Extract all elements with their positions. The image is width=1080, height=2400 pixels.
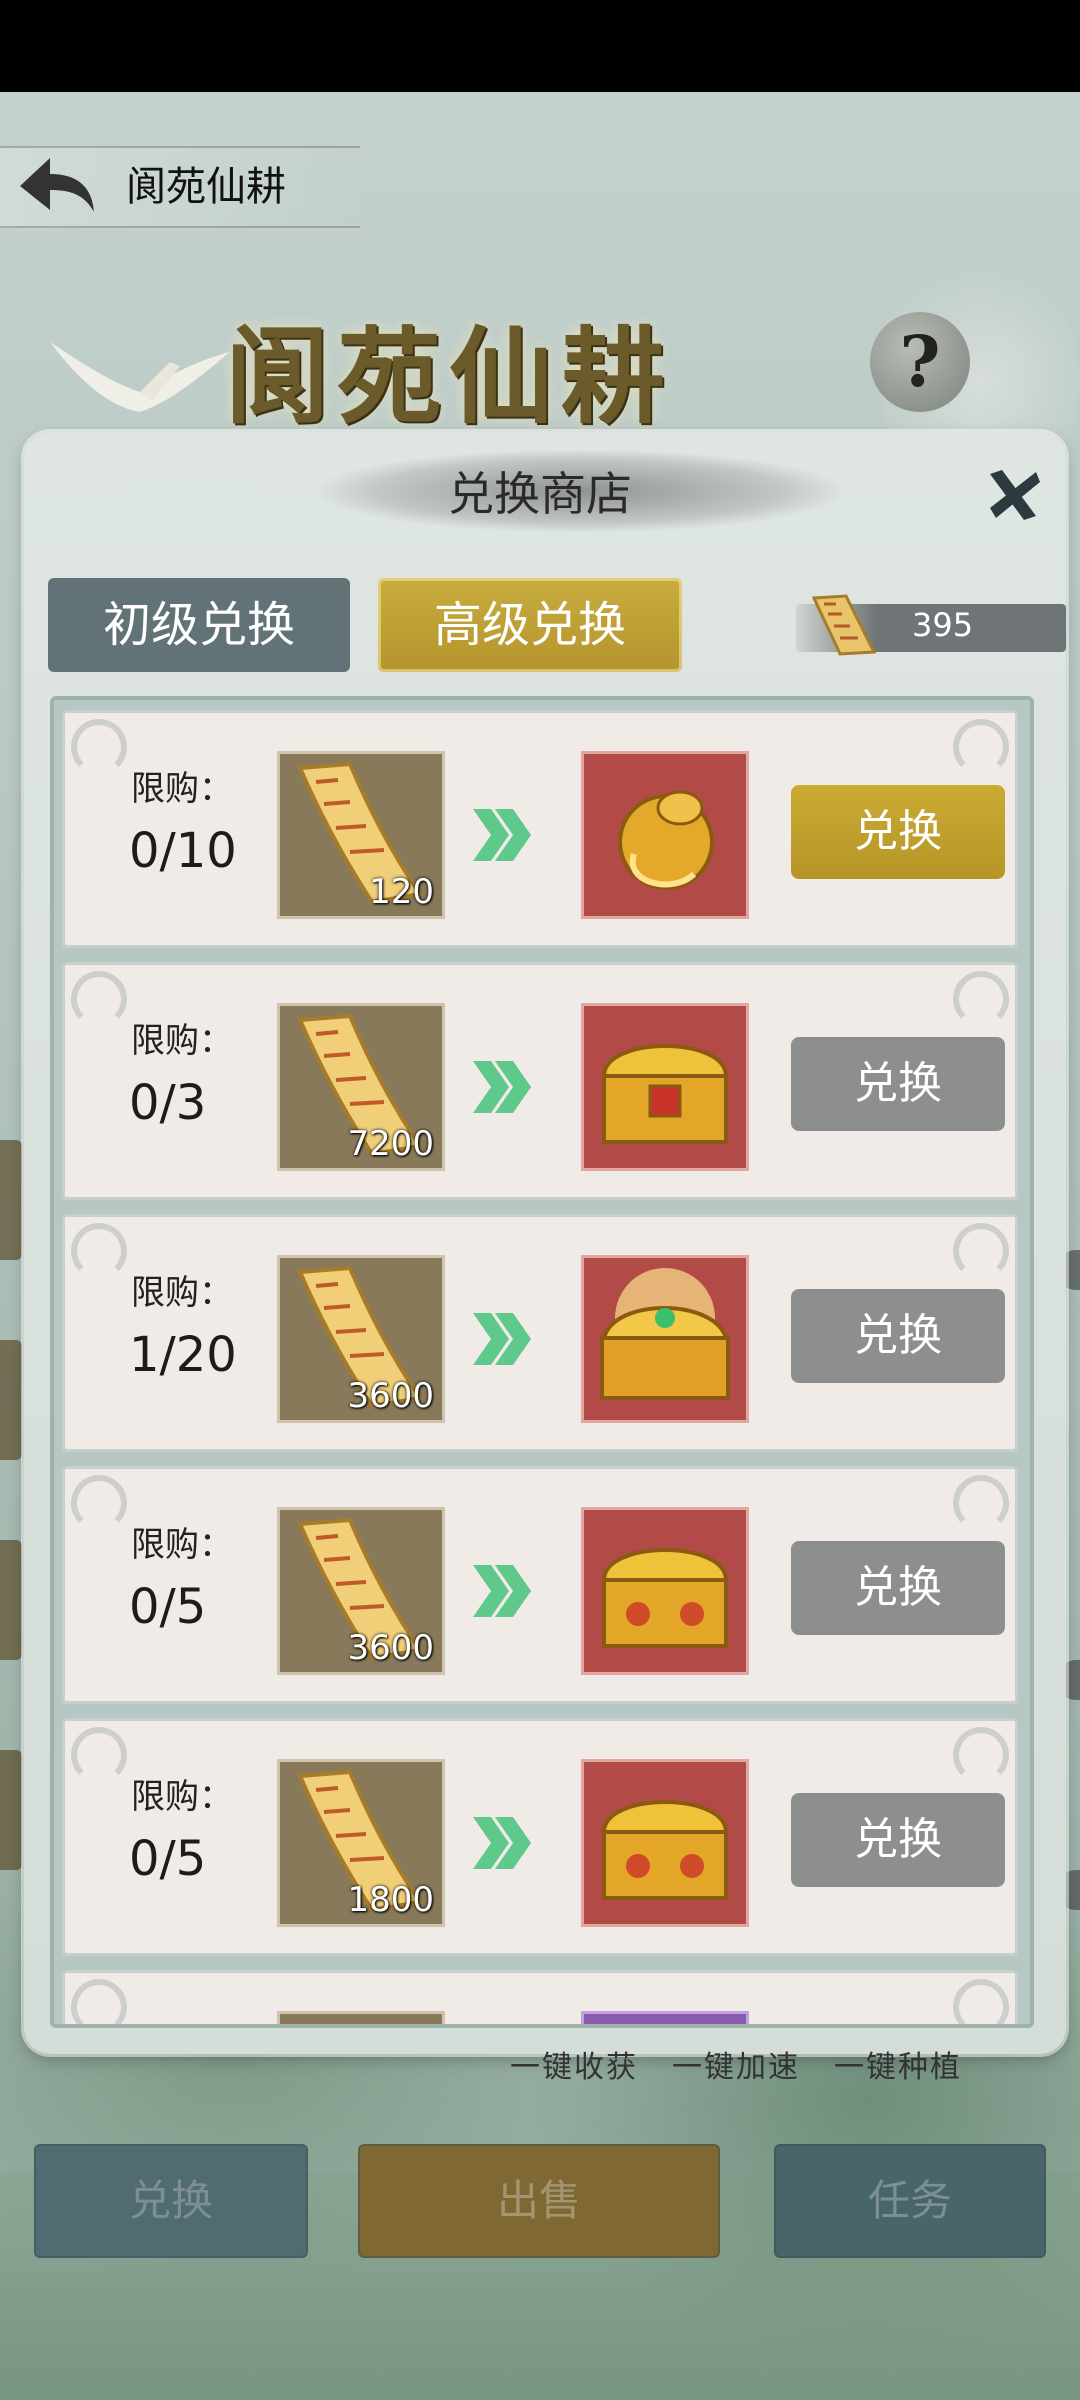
list-item: 限购： 1/20 3600 兑换 xyxy=(62,1214,1018,1452)
limit-value: 0/5 xyxy=(129,1831,207,1887)
reward-slot[interactable] xyxy=(581,1759,749,1927)
modal-title: 兑换商店 xyxy=(448,467,632,521)
tab-basic-exchange[interactable]: 初级兑换 xyxy=(48,578,350,672)
cost-slot[interactable]: 3600 xyxy=(277,1507,445,1675)
double-chevron-icon xyxy=(473,809,531,861)
plant-all-label[interactable]: 一键种植 xyxy=(834,2050,962,2085)
exchange-button[interactable]: 兑换 xyxy=(791,1289,1005,1383)
gold-chest-icon xyxy=(601,1800,729,1900)
exchange-button[interactable]: 兑换 xyxy=(791,1037,1005,1131)
page-title: 阆苑仙耕 xyxy=(126,164,286,210)
exchange-button[interactable]: 兑换 xyxy=(791,1541,1005,1635)
list-item xyxy=(62,1970,1018,2024)
limit-value: 0/5 xyxy=(129,1579,207,1635)
side-fragment xyxy=(0,1750,22,1870)
limit-label: 限购： xyxy=(131,1777,233,1817)
limit-label: 限购： xyxy=(131,769,233,809)
status-bar xyxy=(0,0,1080,92)
limit-label: 限购： xyxy=(131,1021,233,1061)
cost-slot[interactable] xyxy=(277,2011,445,2024)
cost-quantity: 3600 xyxy=(347,1628,434,1668)
scroll-icon xyxy=(811,594,877,656)
reward-slot[interactable] xyxy=(581,2011,749,2024)
back-arrow-icon[interactable] xyxy=(14,150,98,220)
cost-slot[interactable]: 3600 xyxy=(277,1255,445,1423)
harvest-all-label[interactable]: 一键收获 xyxy=(510,2050,638,2085)
cost-slot[interactable]: 120 xyxy=(277,751,445,919)
exchange-list[interactable]: 限购： 0/10 120 兑换 限购： 0/3 7200 兑换 限购： 1/20… xyxy=(50,696,1034,2028)
exchange-button[interactable]: 兑换 xyxy=(791,785,1005,879)
list-item: 限购： 0/10 120 兑换 xyxy=(62,710,1018,948)
double-chevron-icon xyxy=(473,1313,531,1365)
cost-slot[interactable]: 1800 xyxy=(277,1759,445,1927)
list-item: 限购： 0/5 3600 兑换 xyxy=(62,1466,1018,1704)
cost-quantity: 120 xyxy=(369,872,434,912)
side-fragment xyxy=(0,1340,22,1460)
limit-value: 0/10 xyxy=(129,823,237,879)
cost-quantity: 3600 xyxy=(347,1376,434,1416)
reward-slot[interactable] xyxy=(581,751,749,919)
cost-slot[interactable]: 7200 xyxy=(277,1003,445,1171)
double-chevron-icon xyxy=(473,1565,531,1617)
cost-quantity: 1800 xyxy=(347,1880,434,1920)
reward-slot[interactable] xyxy=(581,1003,749,1171)
bottom-exchange-button[interactable]: 兑换 xyxy=(34,2144,308,2258)
quick-actions: 一键收获 一键加速 一键种植 xyxy=(510,2042,996,2086)
speedup-all-label[interactable]: 一键加速 xyxy=(672,2050,800,2085)
gold-chest-icon xyxy=(601,1548,729,1648)
banner-title: 阆苑仙耕 xyxy=(225,315,674,438)
golden-ferret-icon xyxy=(618,790,714,890)
bottom-task-button[interactable]: 任务 xyxy=(774,2144,1046,2258)
limit-label: 限购： xyxy=(131,1273,233,1313)
tab-advanced-exchange[interactable]: 高级兑换 xyxy=(378,578,682,672)
limit-value: 1/20 xyxy=(129,1327,237,1383)
limit-value: 0/3 xyxy=(129,1075,207,1131)
currency-value: 395 xyxy=(912,606,974,644)
bottom-sell-button[interactable]: 出售 xyxy=(358,2144,720,2258)
side-fragment xyxy=(0,1140,22,1260)
close-icon[interactable] xyxy=(984,464,1044,524)
cost-quantity: 7200 xyxy=(347,1124,434,1164)
double-chevron-icon xyxy=(473,1061,531,1113)
crane-icon xyxy=(50,342,230,412)
double-chevron-icon xyxy=(473,1817,531,1869)
exchange-button[interactable]: 兑换 xyxy=(791,1793,1005,1887)
limit-label: 限购： xyxy=(131,1525,233,1565)
treasure-chest-icon xyxy=(600,1268,730,1400)
side-fragment xyxy=(0,1540,22,1660)
help-icon[interactable]: ? xyxy=(870,312,970,412)
list-item: 限购： 0/5 1800 兑换 xyxy=(62,1718,1018,1956)
reward-slot[interactable] xyxy=(581,1507,749,1675)
reward-slot[interactable] xyxy=(581,1255,749,1423)
gold-chest-icon xyxy=(601,1044,729,1144)
list-item: 限购： 0/3 7200 兑换 xyxy=(62,962,1018,1200)
